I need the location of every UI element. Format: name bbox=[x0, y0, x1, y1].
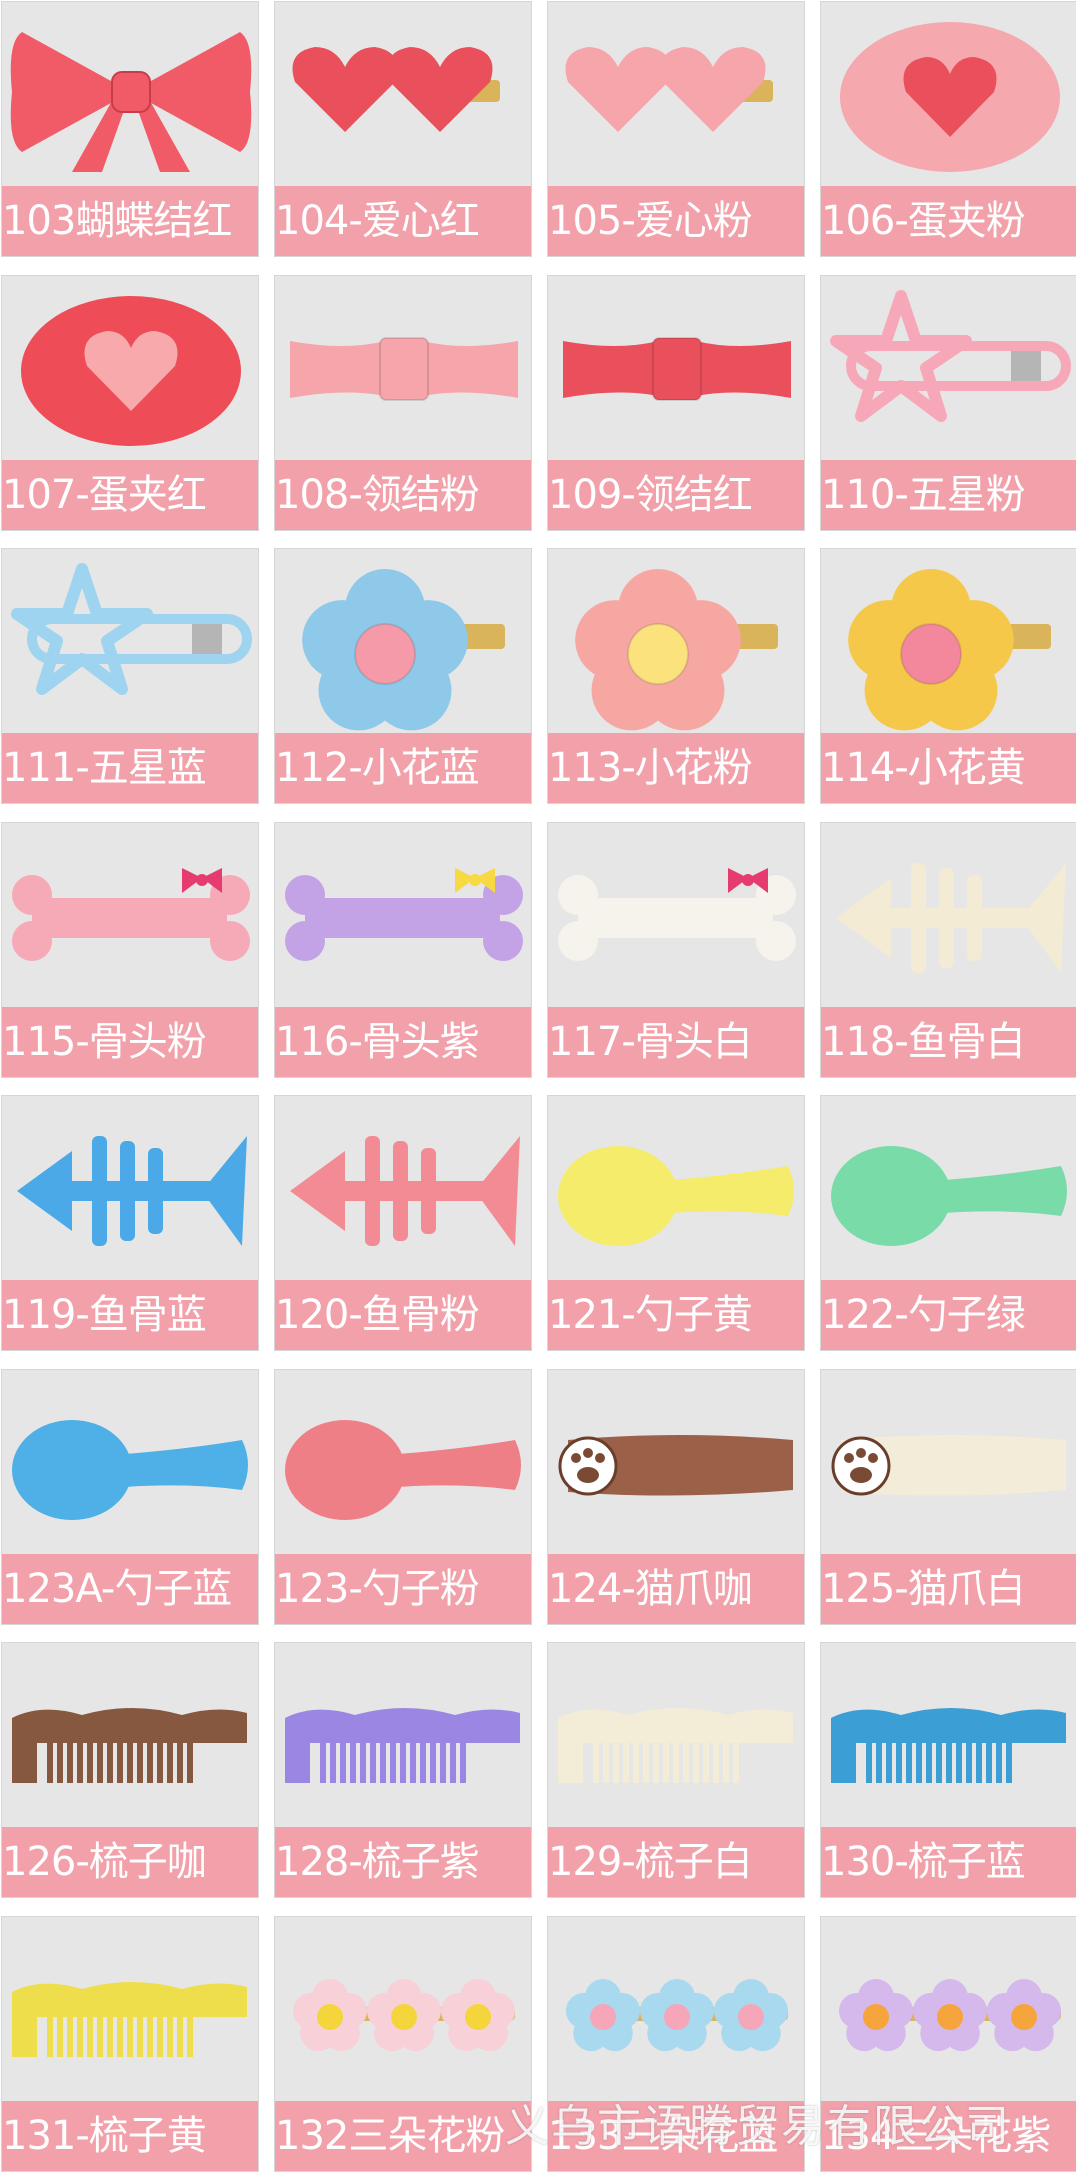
product-label: 120-鱼骨粉 bbox=[275, 1280, 531, 1350]
comb-clip-icon bbox=[12, 1982, 247, 2057]
product-tile[interactable]: 103蝴蝶结红 bbox=[1, 1, 259, 257]
product-grid: 103蝴蝶结红 104-爱心红 105-爱心粉 106-蛋夹粉 107-蛋夹红 108-领… bbox=[0, 0, 1076, 2181]
flower-clip-icon bbox=[848, 569, 1051, 731]
paw-clip-icon bbox=[558, 1435, 793, 1496]
fishbone-clip-icon bbox=[17, 1136, 247, 1246]
product-tile[interactable]: 117-骨头白 bbox=[547, 822, 805, 1078]
flower-clip-icon bbox=[302, 569, 505, 731]
product-label: 124-猫爪咖 bbox=[548, 1554, 804, 1624]
product-tile[interactable]: 131-梳子黄 bbox=[1, 1916, 259, 2172]
product-label: 118-鱼骨白 bbox=[821, 1007, 1076, 1077]
product-label: 104-爱心红 bbox=[275, 186, 531, 256]
heart-oval-clip-icon bbox=[840, 22, 1060, 172]
product-tile[interactable]: 132三朵花粉 bbox=[274, 1916, 532, 2172]
product-tile[interactable]: 110-五星粉 bbox=[820, 275, 1076, 531]
spoon-clip-icon bbox=[831, 1146, 1067, 1246]
product-label: 108-领结粉 bbox=[275, 460, 531, 530]
three-flower-clip-icon bbox=[565, 1979, 789, 2052]
bowtie-clip-icon bbox=[290, 337, 518, 401]
product-label: 131-梳子黄 bbox=[2, 2101, 258, 2171]
product-tile[interactable]: 115-骨头粉 bbox=[1, 822, 259, 1078]
product-label: 128-梳子紫 bbox=[275, 1827, 531, 1897]
product-tile[interactable]: 113-小花粉 bbox=[547, 548, 805, 804]
three-flower-clip-icon bbox=[838, 1979, 1062, 2052]
comb-clip-icon bbox=[285, 1708, 520, 1783]
fishbone-clip-icon bbox=[290, 1136, 520, 1246]
product-tile[interactable]: 107-蛋夹红 bbox=[1, 275, 259, 531]
product-label: 106-蛋夹粉 bbox=[821, 186, 1076, 256]
product-label: 119-鱼骨蓝 bbox=[2, 1280, 258, 1350]
product-tile[interactable]: 120-鱼骨粉 bbox=[274, 1095, 532, 1351]
product-tile[interactable]: 124-猫爪咖 bbox=[547, 1369, 805, 1625]
product-tile[interactable]: 109-领结红 bbox=[547, 275, 805, 531]
double-heart-clip-icon bbox=[565, 47, 773, 132]
product-tile[interactable]: 126-梳子咖 bbox=[1, 1642, 259, 1898]
product-tile[interactable]: 106-蛋夹粉 bbox=[820, 1, 1076, 257]
product-label: 132三朵花粉 bbox=[275, 2101, 531, 2171]
product-label: 103蝴蝶结红 bbox=[2, 186, 258, 256]
product-label: 107-蛋夹红 bbox=[2, 460, 258, 530]
product-label: 112-小花蓝 bbox=[275, 733, 531, 803]
flower-clip-icon bbox=[575, 569, 778, 731]
product-label: 111-五星蓝 bbox=[2, 733, 258, 803]
product-tile[interactable]: 121-勺子黄 bbox=[547, 1095, 805, 1351]
star-clip-icon bbox=[830, 290, 1071, 422]
product-label: 115-骨头粉 bbox=[2, 1007, 258, 1077]
product-tile[interactable]: 123A-勺子蓝 bbox=[1, 1369, 259, 1625]
bone-clip-icon bbox=[558, 868, 796, 961]
product-label: 130-梳子蓝 bbox=[821, 1827, 1076, 1897]
heart-oval-clip-icon bbox=[21, 296, 241, 446]
product-label: 129-梳子白 bbox=[548, 1827, 804, 1897]
spoon-clip-icon bbox=[12, 1420, 248, 1520]
three-flower-clip-icon bbox=[292, 1979, 516, 2052]
product-tile[interactable]: 118-鱼骨白 bbox=[820, 822, 1076, 1078]
comb-clip-icon bbox=[12, 1708, 247, 1783]
product-tile[interactable]: 119-鱼骨蓝 bbox=[1, 1095, 259, 1351]
product-tile[interactable]: 114-小花黄 bbox=[820, 548, 1076, 804]
product-tile[interactable]: 123-勺子粉 bbox=[274, 1369, 532, 1625]
product-label: 105-爱心粉 bbox=[548, 186, 804, 256]
product-label: 117-骨头白 bbox=[548, 1007, 804, 1077]
paw-clip-icon bbox=[831, 1435, 1066, 1496]
product-label: 109-领结红 bbox=[548, 460, 804, 530]
product-tile[interactable]: 128-梳子紫 bbox=[274, 1642, 532, 1898]
product-label: 113-小花粉 bbox=[548, 733, 804, 803]
product-label: 121-勺子黄 bbox=[548, 1280, 804, 1350]
product-label: 125-猫爪白 bbox=[821, 1554, 1076, 1624]
product-tile[interactable]: 111-五星蓝 bbox=[1, 548, 259, 804]
spoon-clip-icon bbox=[285, 1420, 521, 1520]
product-tile[interactable]: 112-小花蓝 bbox=[274, 548, 532, 804]
product-tile[interactable]: 104-爱心红 bbox=[274, 1, 532, 257]
bow-icon bbox=[10, 32, 252, 172]
product-tile[interactable]: 125-猫爪白 bbox=[820, 1369, 1076, 1625]
double-heart-clip-icon bbox=[292, 47, 500, 132]
product-label: 114-小花黄 bbox=[821, 733, 1076, 803]
spoon-clip-icon bbox=[558, 1146, 794, 1246]
comb-clip-icon bbox=[558, 1708, 793, 1783]
product-label: 123-勺子粉 bbox=[275, 1554, 531, 1624]
product-tile[interactable]: 116-骨头紫 bbox=[274, 822, 532, 1078]
product-tile[interactable]: 122-勺子绿 bbox=[820, 1095, 1076, 1351]
product-label: 110-五星粉 bbox=[821, 460, 1076, 530]
product-tile[interactable]: 129-梳子白 bbox=[547, 1642, 805, 1898]
fishbone-clip-icon bbox=[836, 863, 1066, 973]
product-tile[interactable]: 105-爱心粉 bbox=[547, 1, 805, 257]
bowtie-clip-icon bbox=[563, 337, 791, 401]
bone-clip-icon bbox=[12, 868, 250, 961]
product-tile[interactable]: 130-梳子蓝 bbox=[820, 1642, 1076, 1898]
bone-clip-icon bbox=[285, 868, 523, 961]
product-label: 126-梳子咖 bbox=[2, 1827, 258, 1897]
product-label: 116-骨头紫 bbox=[275, 1007, 531, 1077]
product-tile[interactable]: 108-领结粉 bbox=[274, 275, 532, 531]
company-watermark: 义乌市语腾贸易有限公司 bbox=[505, 2101, 1011, 2152]
comb-clip-icon bbox=[831, 1708, 1066, 1783]
product-label: 122-勺子绿 bbox=[821, 1280, 1076, 1350]
product-label: 123A-勺子蓝 bbox=[2, 1554, 258, 1624]
star-clip-icon bbox=[11, 563, 252, 695]
